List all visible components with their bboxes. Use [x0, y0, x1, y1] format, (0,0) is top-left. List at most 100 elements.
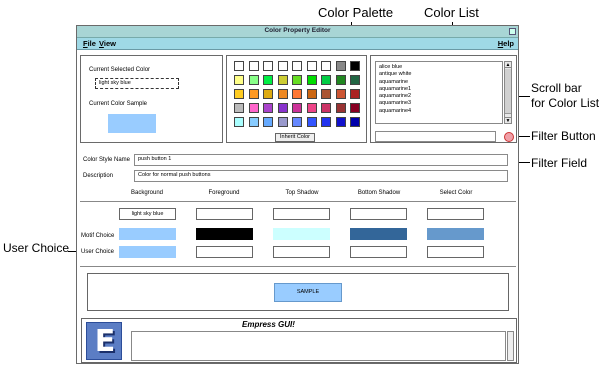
- palette-swatch[interactable]: [248, 75, 259, 85]
- color-list[interactable]: alice blue antique white aquamarine aquamar…: [375, 61, 503, 124]
- palette-swatch[interactable]: [292, 89, 302, 99]
- inherit-color-button[interactable]: Inherit Color: [275, 133, 315, 142]
- description-field[interactable]: Color for normal push buttons: [134, 170, 508, 182]
- callout-color-palette: Color Palette: [318, 5, 394, 20]
- current-color-sample: [108, 114, 156, 133]
- palette-swatch[interactable]: [292, 75, 302, 85]
- palette-swatch[interactable]: [263, 103, 273, 113]
- user-choice-swatch[interactable]: [427, 246, 484, 258]
- scrollbar-down-arrow[interactable]: ▼: [505, 117, 511, 124]
- footer-scrollbar[interactable]: [507, 331, 514, 361]
- palette-swatch[interactable]: [234, 61, 244, 71]
- user-choice-swatch[interactable]: [350, 246, 407, 258]
- palette-swatch[interactable]: [248, 103, 259, 113]
- top-shadow-name-field[interactable]: [273, 208, 330, 220]
- palette-swatch[interactable]: [277, 89, 288, 99]
- palette-swatch[interactable]: [277, 61, 288, 71]
- style-name-field[interactable]: push button 1: [134, 154, 508, 166]
- current-color-sample-label: Current Color Sample: [89, 101, 148, 107]
- empress-logo: E: [86, 322, 122, 360]
- palette-swatch[interactable]: [306, 75, 317, 85]
- user-choice-label: User Choice: [81, 249, 115, 255]
- current-selected-color-field: light sky blue: [95, 78, 179, 89]
- palette-swatch[interactable]: [321, 117, 331, 127]
- palette-swatch[interactable]: [335, 61, 346, 71]
- motif-choice-swatch[interactable]: [196, 228, 253, 240]
- palette-swatch[interactable]: [321, 89, 331, 99]
- select-color-name-field[interactable]: [427, 208, 484, 220]
- palette-swatch[interactable]: [321, 103, 331, 113]
- palette-swatch[interactable]: [321, 61, 331, 71]
- palette-swatch[interactable]: [335, 103, 346, 113]
- palette-swatch[interactable]: [350, 103, 360, 113]
- color-list-item[interactable]: aquamarine4: [379, 108, 499, 115]
- palette-swatch[interactable]: [350, 75, 360, 85]
- callout-filter-button: Filter Button: [531, 129, 596, 143]
- palette-swatch[interactable]: [263, 61, 273, 71]
- separator-top: [80, 201, 516, 202]
- menu-view[interactable]: View: [99, 39, 116, 48]
- palette-swatch[interactable]: [350, 61, 360, 71]
- callout-color-list: Color List: [424, 5, 479, 20]
- filter-field[interactable]: [375, 131, 496, 142]
- palette-swatch[interactable]: [277, 117, 288, 127]
- background-name-field[interactable]: light sky blue: [119, 208, 176, 220]
- scrollbar-up-arrow[interactable]: ▲: [505, 62, 511, 68]
- user-choice-swatch[interactable]: [119, 246, 176, 258]
- scrollbar-thumb[interactable]: [505, 69, 511, 114]
- menu-file[interactable]: File: [83, 39, 96, 48]
- palette-swatch[interactable]: [335, 75, 346, 85]
- color-list-item[interactable]: antique white: [379, 71, 499, 78]
- palette-swatch[interactable]: [234, 89, 244, 99]
- palette-swatch[interactable]: [234, 75, 244, 85]
- palette-swatch[interactable]: [335, 89, 346, 99]
- palette-swatch[interactable]: [292, 103, 302, 113]
- palette-swatch[interactable]: [292, 61, 302, 71]
- filter-button[interactable]: [504, 132, 514, 142]
- color-list-item[interactable]: aquamarine3: [379, 100, 499, 107]
- color-list-item[interactable]: aquamarine1: [379, 86, 499, 93]
- motif-choice-swatch[interactable]: [427, 228, 484, 240]
- palette-swatch[interactable]: [306, 89, 317, 99]
- window-control-button[interactable]: [509, 28, 516, 35]
- window-title: Color Property Editor: [264, 27, 331, 34]
- palette-swatch[interactable]: [248, 117, 259, 127]
- user-choice-swatch[interactable]: [196, 246, 253, 258]
- column-background: Background: [130, 190, 164, 196]
- palette-swatch[interactable]: [263, 117, 273, 127]
- palette-swatch[interactable]: [292, 117, 302, 127]
- column-bottom-shadow: Bottom Shadow: [357, 190, 401, 196]
- color-list-scrollbar[interactable]: ▲ ▼: [504, 61, 512, 124]
- footer-panel: E Empress GUI!: [81, 318, 517, 363]
- palette-swatch[interactable]: [321, 75, 331, 85]
- motif-choice-swatch[interactable]: [119, 228, 176, 240]
- callout-filter-field: Filter Field: [531, 156, 588, 170]
- palette-swatch[interactable]: [350, 89, 360, 99]
- bottom-shadow-name-field[interactable]: [350, 208, 407, 220]
- palette-swatch[interactable]: [234, 117, 244, 127]
- palette-swatch[interactable]: [248, 61, 259, 71]
- palette-swatch[interactable]: [234, 103, 244, 113]
- palette-swatch[interactable]: [306, 117, 317, 127]
- palette-swatch[interactable]: [277, 75, 288, 85]
- sample-button[interactable]: SAMPLE: [274, 283, 342, 302]
- color-list-item[interactable]: aquamarine: [379, 79, 499, 86]
- palette-swatch[interactable]: [335, 117, 346, 127]
- callout-user-choice: User Choice: [3, 241, 70, 255]
- palette-swatch[interactable]: [306, 103, 317, 113]
- palette-swatch[interactable]: [306, 61, 317, 71]
- palette-swatch[interactable]: [263, 89, 273, 99]
- palette-swatch[interactable]: [277, 103, 288, 113]
- menu-help[interactable]: Help: [498, 39, 514, 48]
- color-list-item[interactable]: aquamarine2: [379, 93, 499, 100]
- palette-swatch[interactable]: [248, 89, 259, 99]
- motif-choice-swatch[interactable]: [350, 228, 407, 240]
- user-choice-swatch[interactable]: [273, 246, 330, 258]
- color-list-item[interactable]: alice blue: [379, 64, 499, 71]
- palette-swatch[interactable]: [263, 75, 273, 85]
- sample-area: SAMPLE: [87, 273, 509, 311]
- foreground-name-field[interactable]: [196, 208, 253, 220]
- palette-swatch[interactable]: [350, 117, 360, 127]
- motif-choice-swatch[interactable]: [273, 228, 330, 240]
- current-selected-color-label: Current Selected Color: [89, 67, 151, 73]
